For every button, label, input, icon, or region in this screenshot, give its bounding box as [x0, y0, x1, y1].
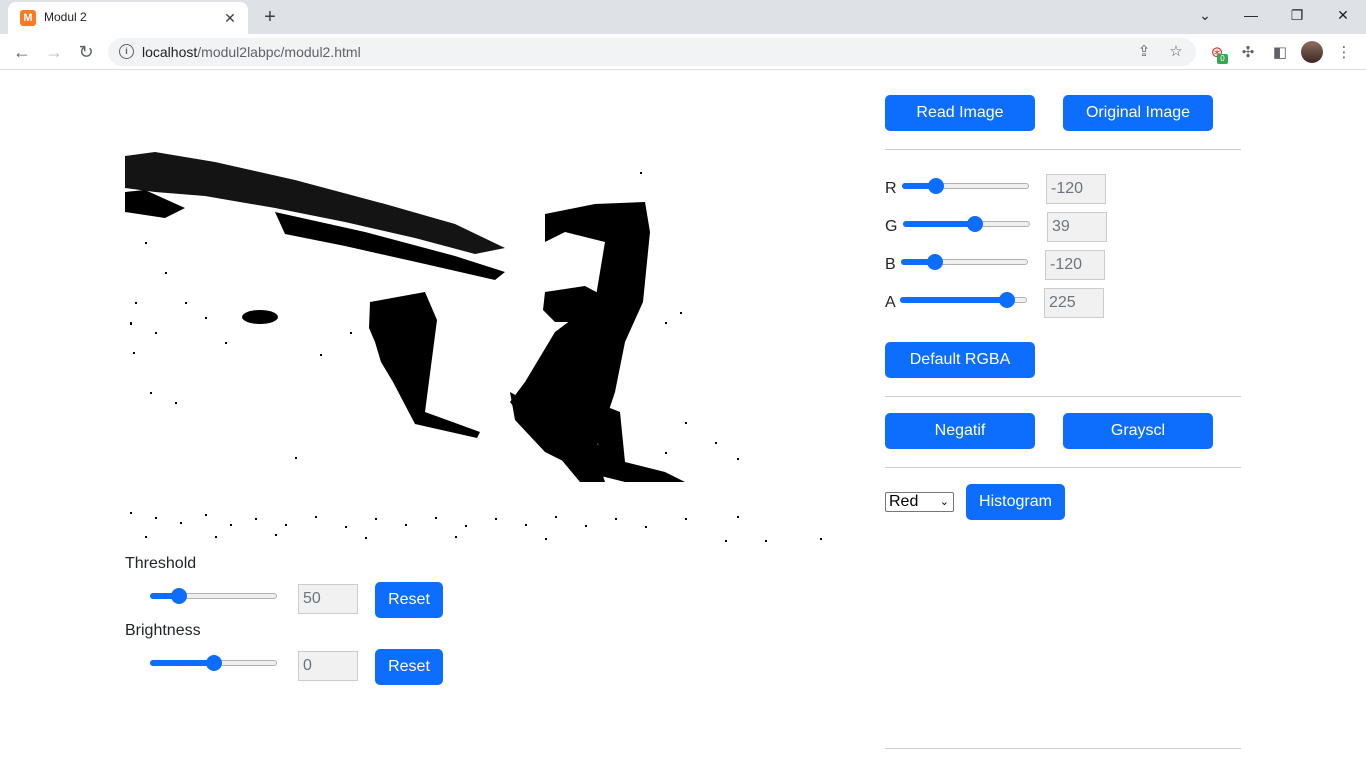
- negatif-button[interactable]: Negatif: [885, 413, 1035, 449]
- chevron-down-icon: ⌄: [939, 496, 949, 508]
- menu-kebab-icon[interactable]: ⋮: [1332, 41, 1356, 65]
- address-bar[interactable]: i localhost/modul2labpc/modul2.html ⇪ ☆: [108, 38, 1196, 66]
- r-value-field[interactable]: -120: [1046, 174, 1106, 204]
- a-slider-thumb[interactable]: [998, 292, 1015, 308]
- threshold-reset-button[interactable]: Reset: [375, 582, 443, 618]
- site-info-icon[interactable]: i: [119, 44, 134, 59]
- channel-select-value: Red: [889, 493, 919, 510]
- divider: [885, 396, 1241, 397]
- r-slider-thumb[interactable]: [928, 178, 945, 194]
- b-slider-thumb[interactable]: [927, 254, 944, 270]
- g-label: G: [885, 218, 898, 235]
- brightness-value-field[interactable]: 0: [298, 651, 358, 681]
- brightness-reset-button[interactable]: Reset: [375, 649, 443, 685]
- extensions-puzzle-icon[interactable]: ✣: [1236, 41, 1260, 65]
- url-host: localhost: [142, 44, 198, 60]
- r-label: R: [885, 180, 897, 197]
- divider: [885, 149, 1241, 150]
- close-window-icon[interactable]: ✕: [1320, 0, 1366, 30]
- threshold-slider-thumb[interactable]: [171, 588, 188, 604]
- r-slider[interactable]: [902, 176, 1029, 196]
- grayscale-button[interactable]: Grayscl: [1063, 413, 1213, 449]
- extension-badge: 0: [1217, 54, 1228, 64]
- brightness-label: Brightness: [125, 622, 201, 639]
- share-icon[interactable]: ⇪: [1134, 42, 1154, 62]
- threshold-slider[interactable]: [150, 586, 277, 606]
- new-tab-icon[interactable]: +: [258, 5, 282, 29]
- tab-search-icon[interactable]: ⌄: [1182, 0, 1228, 30]
- g-slider-thumb[interactable]: [967, 216, 984, 232]
- histogram-button[interactable]: Histogram: [966, 484, 1065, 520]
- tab-title: Modul 2: [44, 10, 87, 24]
- close-tab-icon[interactable]: ✕: [220, 8, 240, 28]
- channel-select[interactable]: Red ⌄: [885, 492, 954, 512]
- url-text[interactable]: localhost/modul2labpc/modul2.html: [142, 44, 361, 60]
- xampp-favicon-icon: M: [20, 10, 36, 26]
- profile-avatar[interactable]: [1301, 41, 1323, 63]
- a-slider[interactable]: [900, 290, 1027, 310]
- g-value-field[interactable]: 39: [1047, 212, 1107, 242]
- brightness-slider[interactable]: [150, 653, 277, 673]
- a-label: A: [885, 294, 896, 311]
- read-image-button[interactable]: Read Image: [885, 95, 1035, 131]
- b-value-field[interactable]: -120: [1045, 250, 1105, 280]
- default-rgba-button[interactable]: Default RGBA: [885, 342, 1035, 378]
- restore-icon[interactable]: ❐: [1274, 0, 1320, 30]
- a-value-field[interactable]: 225: [1044, 288, 1104, 318]
- back-icon[interactable]: ←: [9, 39, 35, 65]
- a-slider-fill: [900, 297, 1007, 303]
- extension-icon[interactable]: ⊛ 0: [1205, 41, 1229, 65]
- threshold-label: Threshold: [125, 555, 197, 572]
- brightness-slider-thumb[interactable]: [205, 655, 222, 671]
- divider: [885, 748, 1241, 749]
- b-label: B: [885, 256, 896, 273]
- reload-icon[interactable]: ↻: [73, 39, 99, 65]
- original-image-button[interactable]: Original Image: [1063, 95, 1213, 131]
- side-panel-icon[interactable]: ◧: [1268, 41, 1292, 65]
- brightness-slider-fill: [150, 660, 214, 666]
- g-slider[interactable]: [903, 214, 1030, 234]
- forward-icon[interactable]: →: [41, 39, 67, 65]
- b-slider[interactable]: [901, 252, 1028, 272]
- tab-strip: M Modul 2 ✕ + ⌄ — ❐ ✕: [0, 0, 1366, 34]
- threshold-value-field[interactable]: 50: [298, 584, 358, 614]
- processed-image-canvas: [125, 152, 822, 542]
- browser-toolbar: ← → ↻ i localhost/modul2labpc/modul2.htm…: [0, 34, 1366, 70]
- g-slider-fill: [903, 221, 976, 227]
- url-path: /modul2labpc/modul2.html: [197, 44, 361, 60]
- minimize-icon[interactable]: —: [1228, 0, 1274, 30]
- bookmark-star-icon[interactable]: ☆: [1166, 42, 1186, 62]
- divider: [885, 467, 1241, 468]
- browser-tab[interactable]: M Modul 2 ✕: [8, 2, 248, 34]
